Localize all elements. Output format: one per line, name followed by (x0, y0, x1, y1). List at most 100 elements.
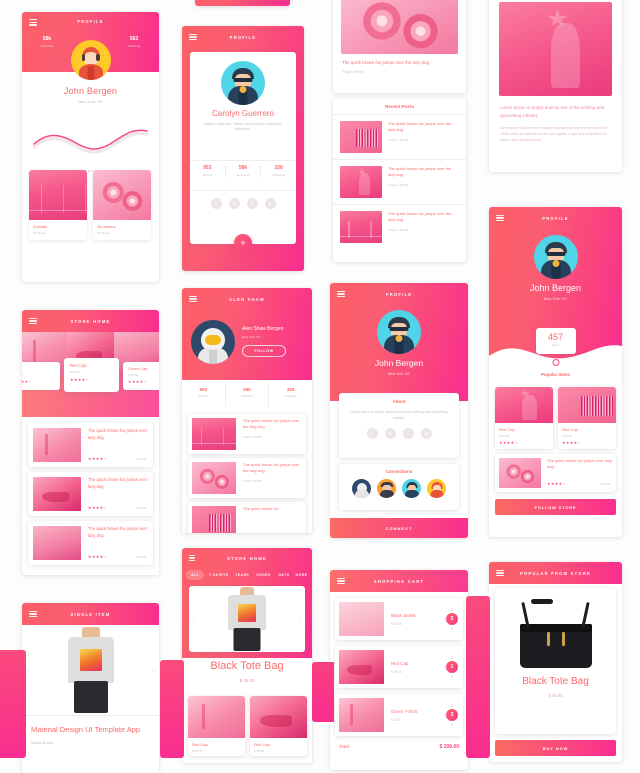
profile-location: New York, NY (543, 297, 568, 301)
prev-arrow-icon[interactable]: ‹ (193, 616, 195, 622)
avatar[interactable] (533, 235, 578, 279)
product-list-item[interactable]: The quick brown fox jumps over lazy dog … (28, 521, 153, 565)
post-text: The quick brown fox jumps over the lazy … (342, 60, 429, 65)
next-arrow-icon[interactable]: › (152, 669, 154, 675)
page-title: PROFILE (542, 215, 569, 221)
facebook-icon[interactable]: f (246, 198, 258, 209)
album-tile[interactable]: Animals 30 Photos (29, 170, 87, 240)
hamburger-icon[interactable] (189, 33, 197, 41)
google-plus-icon[interactable]: g (264, 198, 276, 209)
item-price: $ 44.00 (391, 621, 402, 626)
dribbble-icon[interactable]: d (384, 428, 396, 440)
product-title: Material Design UI Template App (31, 725, 141, 734)
list-item[interactable]: The quick brown fox (188, 502, 306, 533)
list-item[interactable]: The quick brown fox jumps over the lazy … (333, 160, 466, 204)
avatar[interactable] (221, 61, 265, 105)
prev-arrow-icon[interactable]: ‹ (27, 669, 29, 675)
hamburger-icon[interactable] (337, 290, 345, 298)
connection-avatar[interactable] (427, 479, 446, 498)
cart-row[interactable]: Black Jacket $ 44.00 ▲ 2 ▼ (335, 598, 463, 640)
stat-followers: 58k Followers (224, 383, 270, 407)
hamburger-icon[interactable] (496, 569, 504, 577)
next-arrow-icon[interactable]: › (299, 616, 301, 622)
page-title: POPULAR FROM STORE (519, 570, 592, 576)
follow-button[interactable]: FOLLOW (242, 345, 286, 357)
product-tile[interactable]: Red Cap $ 40.00 ★★★★★ (495, 387, 553, 449)
card-profile-connect: PROFILE John Bergen New York, NY About L… (330, 283, 468, 538)
increment-icon[interactable]: ▲ (445, 703, 459, 708)
add-fab-button[interactable]: + (234, 234, 252, 252)
twitter-icon[interactable]: t (366, 428, 378, 440)
tab-hats[interactable]: HATS (276, 570, 292, 580)
quantity-badge[interactable]: 2 (446, 613, 458, 625)
button-label: BUY NOW (542, 745, 569, 751)
list-item[interactable]: The quick brown fox jumps over the lazy … (333, 115, 466, 159)
connection-avatar[interactable] (352, 479, 371, 498)
decor-slab-far-right (466, 596, 490, 758)
tab-tshirts[interactable]: T-SHIRTS (207, 570, 230, 580)
about-title: About (392, 399, 406, 404)
product-tile[interactable]: Red Cap $ 40.00 ★★★★★ (558, 387, 616, 449)
product-tile[interactable]: Red Cap $ 40.00 ★★★★★ (64, 358, 119, 392)
connection-avatar[interactable] (402, 479, 421, 498)
product-tile[interactable]: Green Cap $ 40.00 ★★★★★ (123, 362, 159, 390)
product-tile[interactable]: Red Cap $ 40.00 (250, 696, 307, 756)
product-price: $ 40.00 (499, 434, 510, 438)
quantity-badge[interactable]: 3 (446, 709, 458, 721)
cart-row[interactable]: Red Cap $ 39.00 ▲ 1 ▼ (335, 646, 463, 688)
follow-store-button[interactable]: FOLLOW STORE (495, 499, 616, 515)
google-plus-icon[interactable]: g (420, 428, 432, 440)
product-list-item[interactable]: The quick brown fox jumps over lazy dog … (495, 454, 616, 492)
product-title: Red Cap (70, 363, 87, 368)
post-time: Today 1:45 PM (243, 434, 262, 439)
connect-button[interactable]: CONNECT (330, 518, 468, 538)
decrement-icon[interactable]: ▼ (445, 674, 459, 679)
list-item[interactable]: The quick brown fox jumps over the lazy … (188, 458, 306, 498)
page-title: ALEN SHAW (229, 296, 265, 302)
product-tile[interactable]: Cap $ 40.00 ★★★★★ (22, 362, 60, 390)
product-panel: Black Tote Bag $ 45.00 (495, 588, 616, 734)
hamburger-icon[interactable] (29, 19, 37, 26)
appbar: STORE HOME (182, 548, 312, 568)
hamburger-icon[interactable] (29, 610, 37, 618)
hamburger-icon[interactable] (337, 577, 345, 585)
product-list-item[interactable]: The quick brown fox jumps over lazy dog … (28, 472, 153, 516)
hamburger-icon[interactable] (496, 214, 504, 222)
tab-jeans[interactable]: JEANS (233, 570, 251, 580)
connection-avatar[interactable] (377, 479, 396, 498)
appbar: PROFILE (489, 207, 622, 229)
cart-row[interactable]: Green T-Shirt $ 5.00 ▲ 3 ▼ (335, 694, 463, 736)
product-list-item[interactable]: The quick brown fox jumps over lazy dog … (28, 423, 153, 467)
buy-now-button[interactable]: BUY NOW (495, 740, 616, 756)
quantity-badge[interactable]: 1 (446, 661, 458, 673)
post-text: The quick brown fox (243, 506, 279, 511)
product-tile[interactable]: Red Cap $ 40.00 (188, 696, 245, 756)
product-text: The quick brown fox jumps over lazy dog (88, 526, 148, 538)
increment-icon[interactable]: ▲ (445, 607, 459, 612)
album-tile[interactable]: Mountains 30 Photos (93, 170, 151, 240)
tab-more[interactable]: MORE (295, 570, 308, 580)
twitter-icon[interactable]: t (210, 198, 222, 209)
list-item[interactable]: The quick brown fox jumps over the lazy … (333, 205, 466, 249)
facebook-icon[interactable]: f (402, 428, 414, 440)
list-item[interactable]: The quick brown fox jumps over the lazy … (188, 414, 306, 454)
section-title: Recent Posts (384, 104, 415, 109)
hamburger-icon[interactable] (189, 554, 195, 562)
tab-all[interactable]: ALL (186, 570, 205, 580)
product-hero[interactable]: ‹ › (189, 586, 305, 652)
hamburger-icon[interactable] (29, 317, 37, 325)
avatar[interactable] (191, 320, 235, 364)
hamburger-icon[interactable] (189, 295, 197, 303)
dribbble-icon[interactable]: d (228, 198, 240, 209)
avatar[interactable] (377, 310, 421, 354)
tab-shoes[interactable]: SHOES (254, 570, 272, 580)
rating-stars: ★★★★★ (22, 379, 33, 384)
page-title: STORE HOME (70, 318, 111, 324)
product-price: $ 40.00 (192, 749, 203, 753)
avatar[interactable] (70, 40, 111, 80)
product-image: ‹ › (22, 625, 159, 715)
increment-icon[interactable]: ▲ (445, 655, 459, 660)
decrement-icon[interactable]: ▼ (445, 722, 459, 727)
appbar: STORE HOME (22, 310, 159, 332)
decrement-icon[interactable]: ▼ (445, 626, 459, 631)
